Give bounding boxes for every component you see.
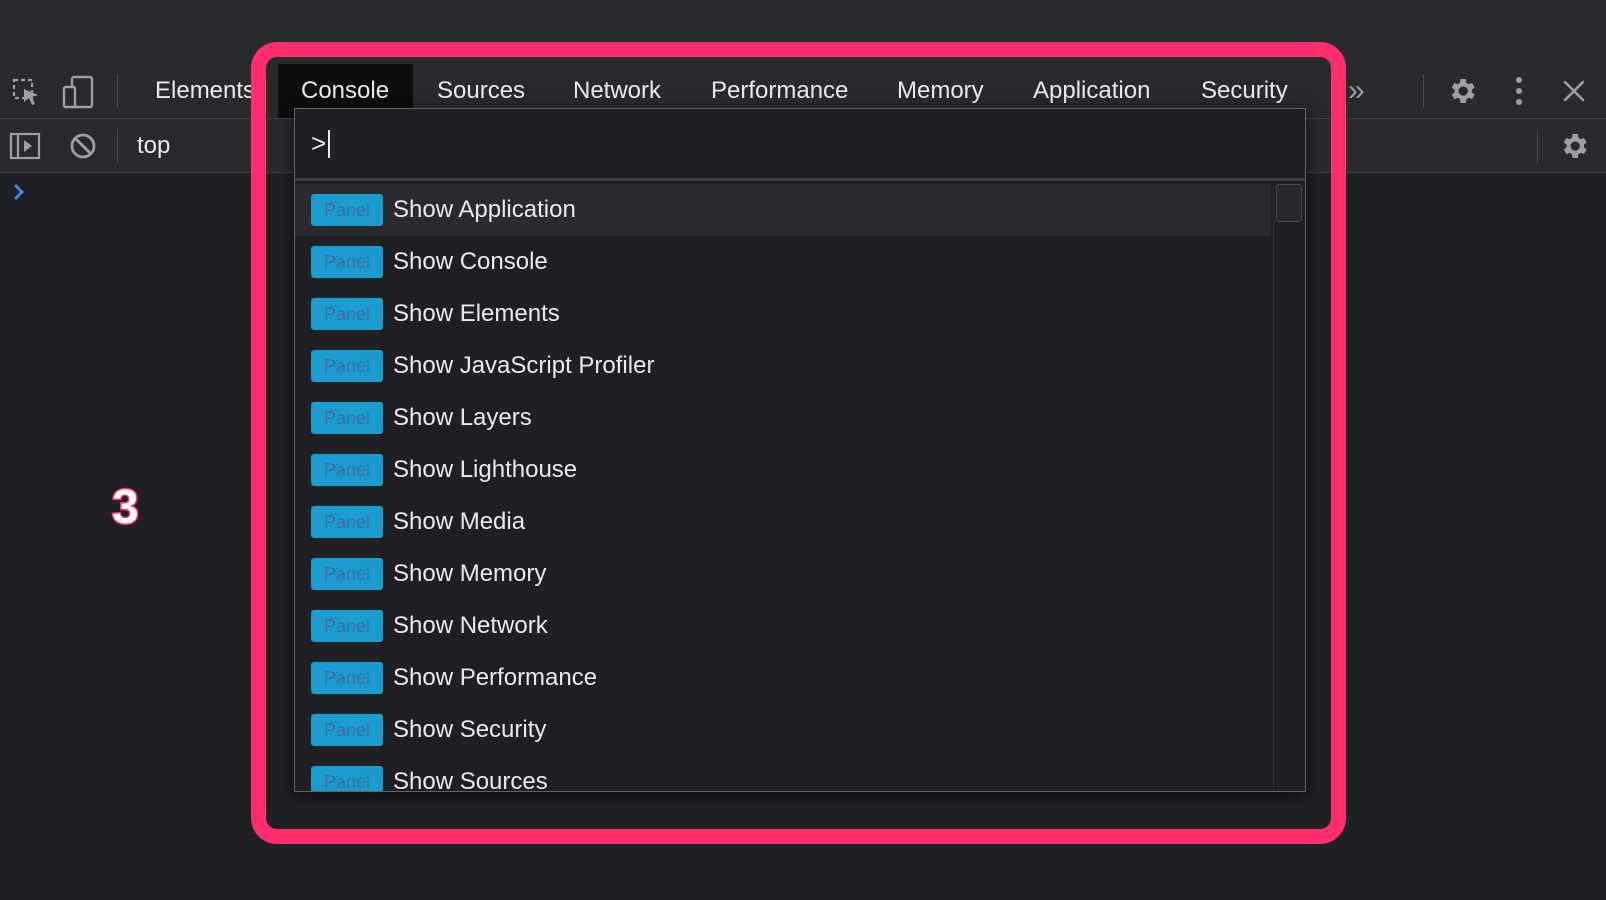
command-item-label: Show Elements bbox=[393, 300, 560, 327]
sidebar-toggle-icon[interactable] bbox=[9, 130, 41, 162]
window-top-band bbox=[0, 0, 1606, 64]
panel-badge: Panel bbox=[311, 558, 383, 590]
inspect-element-icon[interactable] bbox=[10, 76, 42, 108]
console-settings-gear-icon[interactable] bbox=[1558, 130, 1590, 162]
command-item-label: Show Performance bbox=[393, 664, 598, 691]
command-item-label: Show JavaScript Profiler bbox=[393, 352, 655, 379]
device-toolbar-icon[interactable] bbox=[62, 75, 96, 109]
command-input[interactable]: > bbox=[295, 109, 1305, 181]
command-item[interactable]: Panel Show JavaScript Profiler bbox=[295, 340, 1271, 392]
command-item[interactable]: Panel Show Memory bbox=[295, 548, 1271, 600]
toolbar-divider bbox=[1537, 129, 1538, 163]
step-number-annotation: 3 bbox=[111, 480, 141, 536]
command-item-label: Show Lighthouse bbox=[393, 456, 578, 483]
panel-badge: Panel bbox=[311, 714, 383, 746]
command-item-label: Show Application bbox=[393, 196, 576, 223]
command-item[interactable]: Panel Show Elements bbox=[295, 288, 1271, 340]
command-item[interactable]: Panel Show Lighthouse bbox=[295, 444, 1271, 496]
toolbar-divider bbox=[117, 129, 118, 163]
panel-badge: Panel bbox=[311, 246, 383, 278]
toolbar-divider bbox=[117, 74, 118, 108]
command-item[interactable]: Panel Show Sources bbox=[295, 756, 1271, 791]
context-selector[interactable]: top bbox=[137, 119, 170, 173]
command-item-label: Show Layers bbox=[393, 404, 532, 431]
panel-badge: Panel bbox=[311, 766, 383, 791]
command-item-label: Show Network bbox=[393, 612, 548, 639]
command-item-label: Show Security bbox=[393, 716, 547, 743]
command-item[interactable]: Panel Show Application bbox=[295, 184, 1271, 236]
chevron-right-icon bbox=[12, 182, 26, 202]
clear-console-icon[interactable] bbox=[67, 130, 99, 162]
panel-badge: Panel bbox=[311, 454, 383, 486]
panel-badge: Panel bbox=[311, 506, 383, 538]
command-item[interactable]: Panel Show Performance bbox=[295, 652, 1271, 704]
close-icon[interactable] bbox=[1558, 75, 1590, 107]
command-item[interactable]: Panel Show Console bbox=[295, 236, 1271, 288]
more-tabs-icon[interactable]: » bbox=[1348, 64, 1365, 118]
panel-badge: Panel bbox=[311, 610, 383, 642]
toolbar-divider bbox=[1423, 74, 1424, 108]
gear-icon[interactable] bbox=[1446, 75, 1478, 107]
command-item[interactable]: Panel Show Network bbox=[295, 600, 1271, 652]
command-list: Panel Show Application Panel Show Consol… bbox=[295, 184, 1271, 791]
scrollbar-thumb[interactable] bbox=[1276, 184, 1302, 222]
panel-badge: Panel bbox=[311, 194, 383, 226]
command-list-scrollbar[interactable] bbox=[1273, 184, 1305, 791]
command-item[interactable]: Panel Show Security bbox=[295, 704, 1271, 756]
tab-elements[interactable]: Elements bbox=[155, 64, 255, 118]
command-item[interactable]: Panel Show Media bbox=[295, 496, 1271, 548]
kebab-menu-icon[interactable] bbox=[1502, 75, 1536, 107]
command-item-label: Show Console bbox=[393, 248, 548, 275]
panel-badge: Panel bbox=[311, 402, 383, 434]
command-input-value: > bbox=[311, 128, 327, 158]
command-item-label: Show Sources bbox=[393, 768, 548, 791]
panel-badge: Panel bbox=[311, 350, 383, 382]
command-item-label: Show Memory bbox=[393, 560, 547, 587]
command-item-label: Show Media bbox=[393, 508, 526, 535]
text-caret bbox=[328, 129, 331, 158]
panel-badge: Panel bbox=[311, 662, 383, 694]
command-item[interactable]: Panel Show Layers bbox=[295, 392, 1271, 444]
panel-badge: Panel bbox=[311, 298, 383, 330]
command-menu: > Panel Show Application Panel Show Cons… bbox=[294, 108, 1306, 792]
